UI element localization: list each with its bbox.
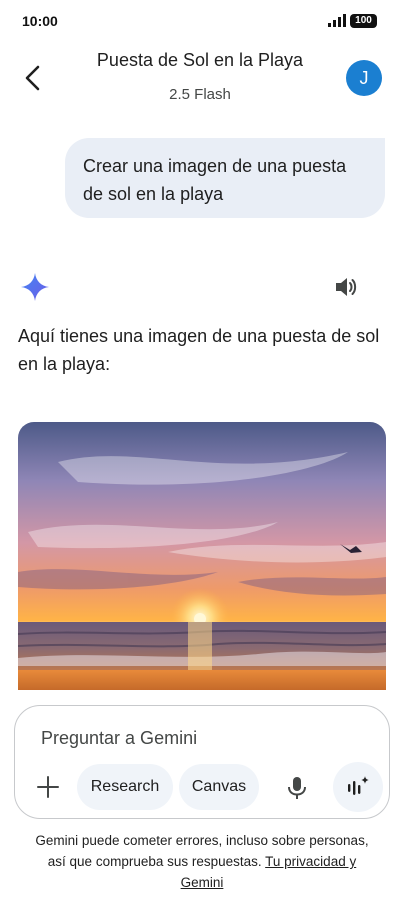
user-message-bubble: Crear una imagen de una puesta de sol en…: [65, 138, 385, 218]
research-button[interactable]: Research: [77, 764, 173, 810]
signal-icon: [328, 14, 346, 27]
prompt-input[interactable]: Preguntar a Gemini: [41, 728, 197, 749]
gemini-sparkle-icon: [21, 273, 49, 301]
status-bar: 10:00 100: [0, 0, 404, 44]
live-button[interactable]: [333, 762, 383, 812]
live-waveform-icon: [348, 776, 369, 795]
disclaimer: Gemini puede cometer errores, incluso so…: [30, 830, 374, 893]
speaker-icon[interactable]: [334, 276, 358, 298]
prompt-input-card: Preguntar a Gemini Research Canvas: [14, 705, 390, 819]
avatar[interactable]: J: [346, 60, 382, 96]
response-text: Aquí tienes una imagen de una puesta de …: [18, 326, 380, 374]
generated-image[interactable]: [18, 422, 386, 690]
user-message-text: Crear una imagen de una puesta de sol en…: [83, 156, 347, 204]
model-selector[interactable]: 2.5 Flash: [60, 86, 340, 103]
page-title: Puesta de Sol en la Playa: [96, 50, 304, 70]
status-time: 10:00: [22, 13, 58, 29]
battery-icon: 100: [350, 14, 377, 28]
microphone-icon[interactable]: [287, 776, 307, 800]
canvas-button[interactable]: Canvas: [179, 764, 259, 810]
arrow-left-icon[interactable]: [20, 64, 44, 92]
plus-icon[interactable]: [37, 776, 59, 798]
